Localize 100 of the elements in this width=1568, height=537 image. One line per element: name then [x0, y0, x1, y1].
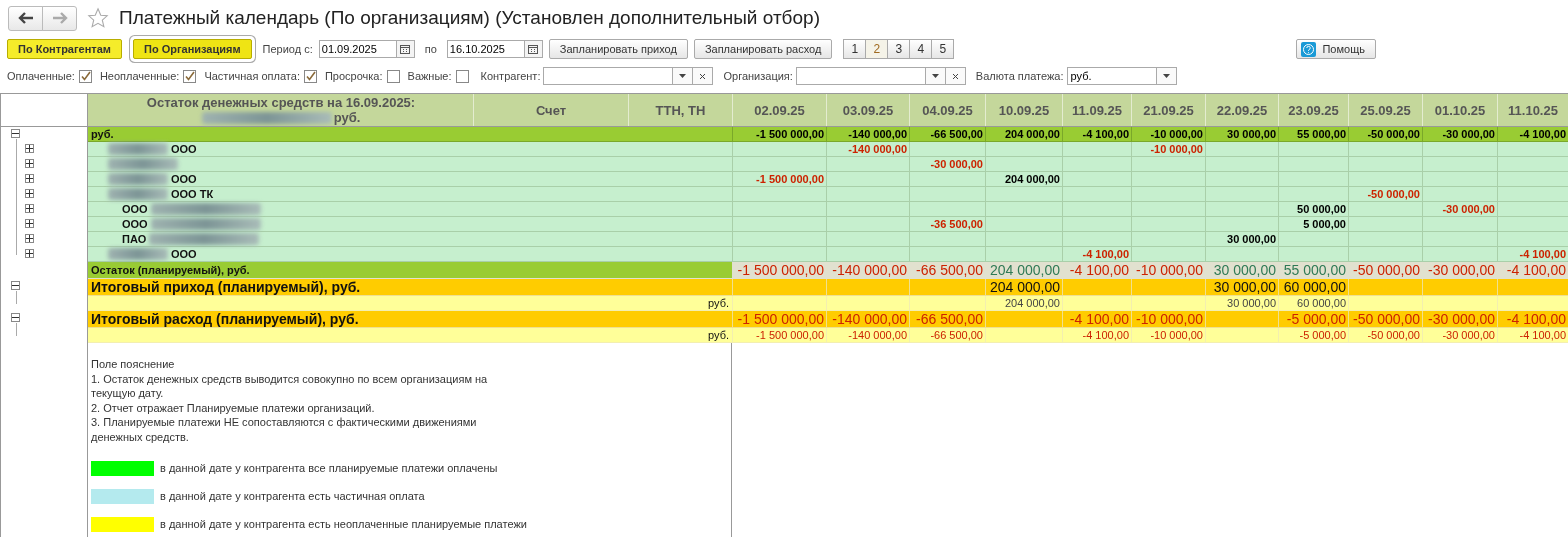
amount: -30 000,00: [1422, 202, 1497, 216]
amount: -1 500 000,00: [732, 328, 826, 342]
date-header: 04.09.25: [909, 94, 985, 126]
row-label: Остаток (планируемый), руб.: [88, 262, 732, 278]
amount: -30 000,00: [1422, 127, 1497, 141]
combo-field[interactable]: [543, 67, 674, 85]
combo-field[interactable]: руб.: [1066, 67, 1157, 85]
combo-field[interactable]: [795, 67, 926, 85]
amount: -66 500,00: [909, 311, 985, 327]
organization-name: ООО: [122, 203, 148, 215]
organization-name: ООО ТК: [171, 188, 214, 200]
checkbox-label: Просрочка:: [324, 70, 383, 82]
clear-button[interactable]: [693, 67, 714, 85]
collapse-toggle[interactable]: [11, 313, 20, 322]
checkbox[interactable]: [303, 69, 317, 83]
amount: 204 000,00: [985, 172, 1062, 186]
amount: -10 000,00: [1131, 311, 1205, 327]
checkbox[interactable]: [78, 69, 92, 83]
amount: -1 500 000,00: [732, 311, 826, 327]
back-button[interactable]: [8, 5, 43, 31]
amount: -30 000,00: [1422, 262, 1497, 278]
expand-toggle[interactable]: [25, 249, 34, 258]
collapse-toggle[interactable]: [11, 129, 20, 138]
page-button[interactable]: 3: [887, 39, 911, 59]
legend-text: в данной дате у контрагента есть частичная оплата: [160, 488, 425, 504]
checkbox-label: Важные:: [407, 70, 452, 82]
page-button[interactable]: 4: [909, 39, 933, 59]
expand-toggle[interactable]: [25, 219, 34, 228]
calendar-icon: [400, 44, 411, 54]
plan-button[interactable]: Запланировать расход: [693, 39, 833, 59]
amount: 50 000,00: [1278, 202, 1348, 216]
date-header: 03.09.25: [826, 94, 909, 126]
amount: -140 000,00: [826, 328, 909, 342]
organization-name: ООО: [122, 218, 148, 230]
amount: 204 000,00: [985, 262, 1062, 278]
amount: -66 500,00: [909, 127, 985, 141]
currency-label: руб.: [333, 110, 361, 125]
dropdown-button[interactable]: [925, 67, 946, 85]
dropdown-button[interactable]: [673, 67, 694, 85]
expand-toggle[interactable]: [25, 204, 34, 213]
page-button[interactable]: 5: [931, 39, 955, 59]
plus-icon: [26, 205, 33, 212]
note-text: 2. Отчет отражает Планируемые платежи организаций.: [91, 400, 376, 415]
help-button[interactable]: Помощь: [1296, 39, 1376, 59]
checkbox[interactable]: [386, 69, 400, 83]
field-label: Контрагент:: [480, 70, 541, 82]
organization-name: ПАО: [122, 233, 147, 245]
amount: -1 500 000,00: [732, 172, 826, 186]
star-icon[interactable]: [87, 7, 109, 29]
organization-name: ООО: [171, 248, 197, 260]
dropdown-button[interactable]: [1156, 67, 1177, 85]
expand-toggle[interactable]: [25, 234, 34, 243]
field-label: Валюта платежа:: [975, 70, 1064, 82]
amount: -4 100,00: [1497, 311, 1568, 327]
clear-button[interactable]: [945, 67, 966, 85]
plus-icon: [26, 160, 33, 167]
expand-toggle[interactable]: [25, 189, 34, 198]
plan-button[interactable]: Запланировать приход: [548, 39, 688, 59]
expand-toggle[interactable]: [25, 159, 34, 168]
page-button[interactable]: 1: [843, 39, 867, 59]
page-button[interactable]: 2: [865, 39, 889, 59]
close-icon: [699, 72, 707, 80]
plus-icon: [26, 220, 33, 227]
amount: -50 000,00: [1348, 262, 1422, 278]
amount: -66 500,00: [909, 262, 985, 278]
checkbox-label: Неоплаченные:: [99, 70, 180, 82]
organization-name: ООО: [171, 173, 197, 185]
date-header: 21.09.25: [1131, 94, 1205, 126]
amount: 30 000,00: [1205, 296, 1278, 310]
date-header: 11.09.25: [1062, 94, 1131, 126]
expand-toggle[interactable]: [25, 144, 34, 153]
mode-button[interactable]: По Контрагентам: [7, 39, 122, 59]
field-label: по: [424, 43, 437, 55]
amount: -50 000,00: [1348, 328, 1422, 342]
amount: 30 000,00: [1205, 232, 1278, 246]
expand-toggle[interactable]: [25, 174, 34, 183]
help-icon: [1301, 41, 1317, 57]
checkbox[interactable]: [455, 69, 469, 83]
amount: -10 000,00: [1131, 142, 1205, 156]
amount: -1 500 000,00: [732, 127, 826, 141]
amount: -140 000,00: [826, 262, 909, 278]
amount: -10 000,00: [1131, 127, 1205, 141]
date-header: 11.10.25: [1497, 94, 1568, 126]
checkbox-label: Оплаченные:: [7, 70, 75, 82]
date-field[interactable]: 01.09.2025: [318, 40, 397, 58]
collapse-toggle[interactable]: [11, 281, 20, 290]
note-text: 1. Остаток денежных средств выводится совокупно по всем организациям на текущую дату.: [91, 371, 489, 401]
amount: -4 100,00: [1497, 328, 1568, 342]
checkbox[interactable]: [183, 69, 197, 83]
legend-text: в данной дате у контрагента есть неоплаченные планируемые платежи: [160, 516, 527, 532]
amount: 5 000,00: [1278, 217, 1348, 231]
back-arrow-icon: [17, 12, 34, 24]
amount: -30 000,00: [909, 157, 985, 171]
forward-arrow-icon: [51, 12, 68, 24]
date-field[interactable]: 16.10.2025: [446, 40, 525, 58]
date-header: 23.09.25: [1278, 94, 1348, 126]
field-label: Период с:: [262, 43, 313, 55]
amount: 204 000,00: [985, 296, 1062, 310]
minus-icon: [12, 130, 19, 137]
organization-name: ООО: [171, 143, 197, 155]
